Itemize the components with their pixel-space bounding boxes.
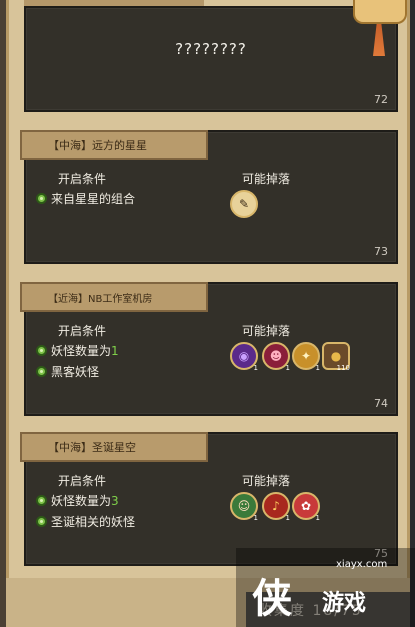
level-title: 【中海】圣诞星空 — [20, 432, 208, 462]
level-card[interactable]: 【中海】远方的星星 开启条件 可能掉落 来自星星的组合 ✎ 73 — [20, 130, 398, 264]
condition-item: 妖怪数量为 1 — [36, 342, 119, 359]
condition-item: 来自星星的组合 — [36, 190, 135, 207]
bell-icon[interactable]: ♪ 1 — [262, 492, 290, 522]
golden-figure-icon[interactable]: ✦ 1 — [292, 342, 320, 372]
condition-dot-icon — [36, 345, 47, 356]
condition-dot-icon — [36, 495, 47, 506]
level-card-hidden[interactable]: ???????? 72 — [24, 6, 398, 112]
level-number: 73 — [374, 245, 388, 258]
drops-label: 可能掉落 — [242, 474, 291, 488]
corner-ornament-icon — [353, 0, 407, 24]
paper-icon[interactable]: ✎ — [230, 190, 258, 218]
level-title: 【中海】远方的星星 — [20, 130, 208, 160]
level-card[interactable]: 【中海】圣诞星空 开启条件 可能掉落 妖怪数量为 3 圣诞相关的妖怪 ☺ 1 ♪ … — [20, 432, 398, 566]
condition-item: 圣诞相关的妖怪 — [36, 513, 135, 530]
condition-dot-icon — [36, 516, 47, 527]
drops-label: 可能掉落 — [242, 324, 291, 338]
condition-item: 妖怪数量为 3 — [36, 492, 119, 509]
level-number: 74 — [374, 397, 388, 410]
condition-label: 开启条件 — [58, 474, 107, 488]
level-number: 72 — [374, 93, 388, 106]
condition-dot-icon — [36, 366, 47, 377]
drops-label: 可能掉落 — [242, 172, 291, 186]
vortex-icon[interactable]: ◉ 1 — [230, 342, 258, 372]
demon-face-icon[interactable]: ☻ 1 — [262, 342, 290, 372]
hidden-level-text: ???????? — [175, 40, 247, 58]
watermark-logo: 侠 — [252, 575, 292, 622]
condition-label: 开启条件 — [58, 172, 107, 186]
coin-pot-icon[interactable]: ● 110 — [322, 342, 350, 372]
level-title: 【近海】NB工作室机房 — [20, 282, 208, 312]
condition-item: 黑客妖怪 — [36, 363, 99, 380]
elf-icon[interactable]: ☺ 1 — [230, 492, 258, 522]
watermark-name: 游戏 — [322, 591, 367, 616]
level-card[interactable]: 【近海】NB工作室机房 开启条件 可能掉落 妖怪数量为 1 黑客妖怪 ◉ 1 ☻ … — [20, 282, 398, 416]
watermark-url: xiayx.com — [336, 559, 388, 570]
condition-dot-icon — [36, 193, 47, 204]
condition-label: 开启条件 — [58, 324, 107, 338]
candy-cane-icon[interactable]: ✿ 1 — [292, 492, 320, 522]
